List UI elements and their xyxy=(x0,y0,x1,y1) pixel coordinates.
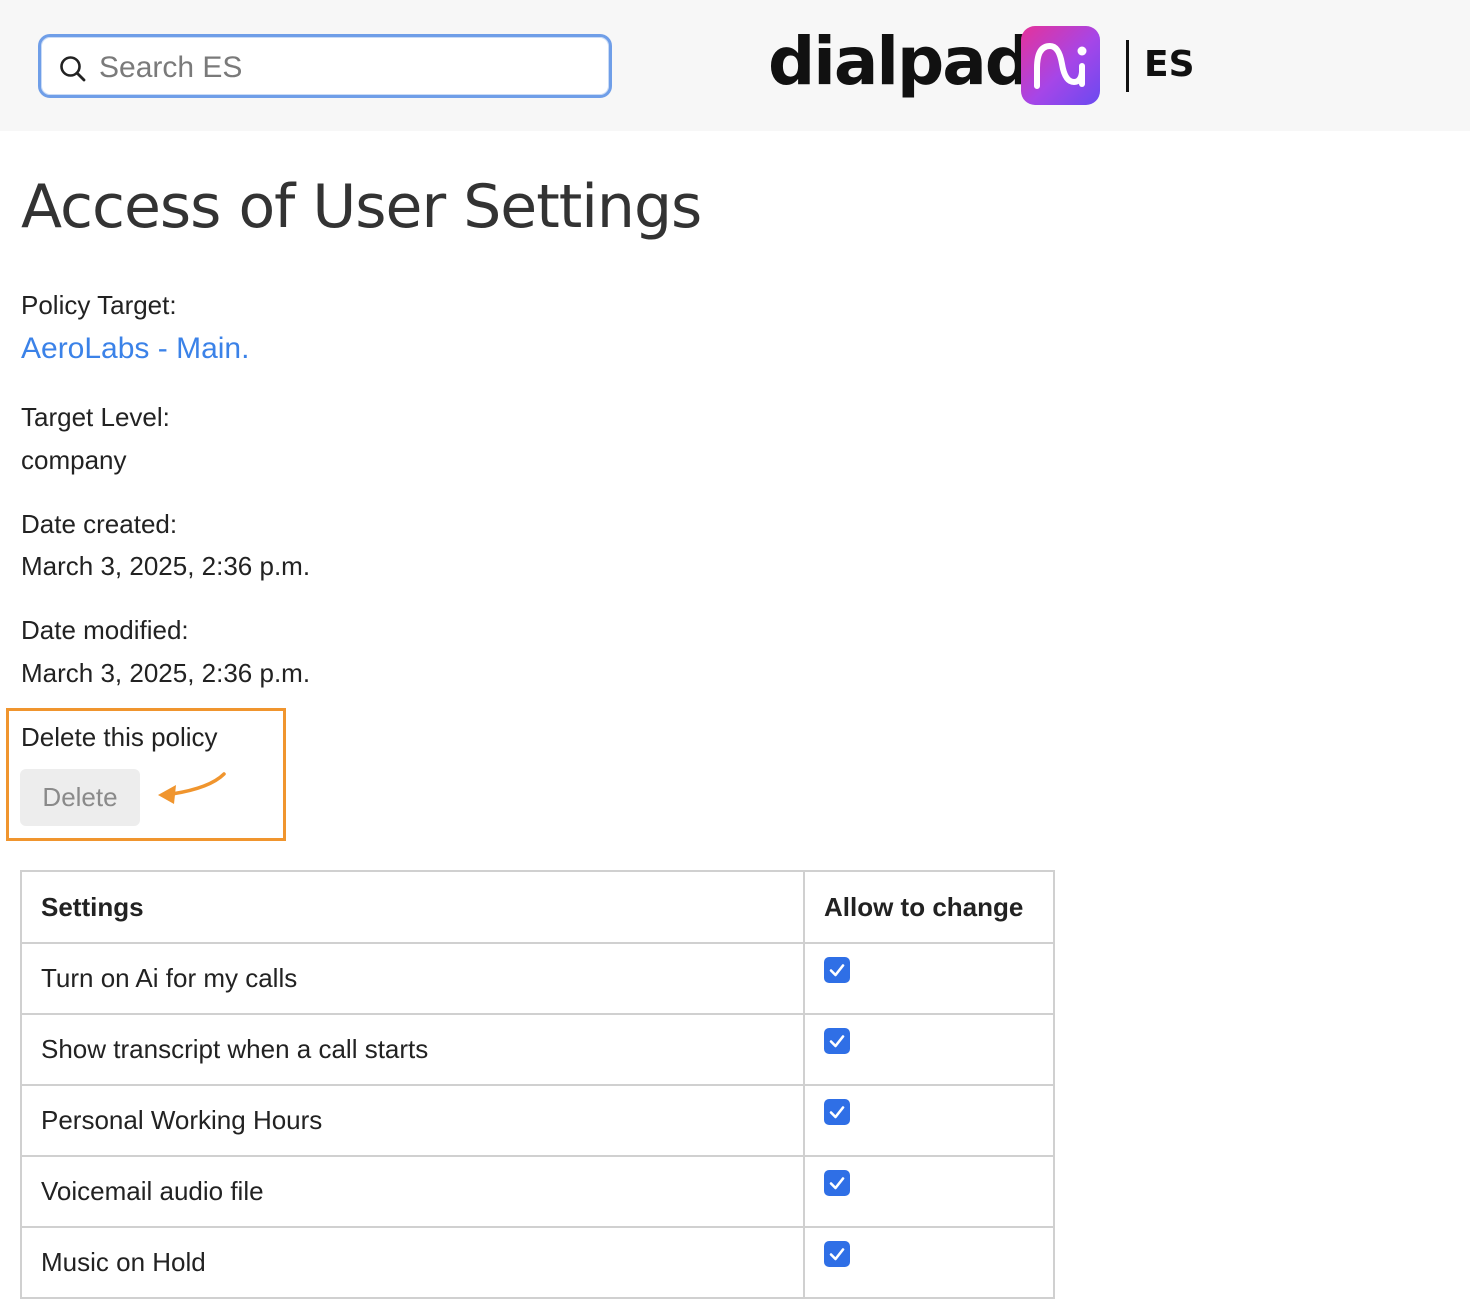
search-input[interactable] xyxy=(97,45,601,91)
target-level-label: Target Level: xyxy=(21,402,170,432)
setting-name: Personal Working Hours xyxy=(20,1084,805,1157)
checkmark-icon xyxy=(829,964,845,977)
settings-table: Settings Allow to change Turn on Ai for … xyxy=(20,870,1055,1299)
dialpad-ai-logo-icon xyxy=(1021,26,1100,105)
top-header: dialpad ES xyxy=(0,0,1470,131)
table-row: Music on Hold xyxy=(20,1226,1055,1299)
allow-change-checkbox[interactable] xyxy=(824,1241,850,1267)
table-row: Personal Working Hours xyxy=(20,1084,1055,1157)
page-title: Access of User Settings xyxy=(21,172,702,242)
delete-button[interactable]: Delete xyxy=(20,769,140,826)
setting-name: Show transcript when a call starts xyxy=(20,1013,805,1086)
setting-name: Music on Hold xyxy=(20,1226,805,1299)
search-icon xyxy=(60,56,86,82)
setting-name: Voicemail audio file xyxy=(20,1155,805,1228)
logo-divider xyxy=(1126,40,1129,92)
date-created-label: Date created: xyxy=(21,509,178,539)
allow-change-checkbox[interactable] xyxy=(824,1099,850,1125)
policy-target-label: Policy Target: xyxy=(21,290,177,320)
checkmark-icon xyxy=(829,1106,845,1119)
search-box[interactable] xyxy=(38,34,612,98)
date-modified-value: March 3, 2025, 2:36 p.m. xyxy=(21,658,311,688)
allow-change-checkbox[interactable] xyxy=(824,957,850,983)
checkmark-icon xyxy=(829,1177,845,1190)
settings-column-header: Settings xyxy=(20,870,805,944)
allow-to-change-column-header: Allow to change xyxy=(803,870,1055,944)
table-header-row: Settings Allow to change xyxy=(20,870,1055,944)
table-row: Turn on Ai for my calls xyxy=(20,942,1055,1015)
annotation-arrow-icon xyxy=(158,772,226,804)
checkmark-icon xyxy=(829,1248,845,1261)
table-row: Show transcript when a call starts xyxy=(20,1013,1055,1086)
date-modified-label: Date modified: xyxy=(21,615,189,645)
dialpad-logo-text: dialpad xyxy=(768,23,1032,100)
table-row: Voicemail audio file xyxy=(20,1155,1055,1228)
target-level-value: company xyxy=(21,445,127,475)
date-created-value: March 3, 2025, 2:36 p.m. xyxy=(21,551,311,581)
setting-name: Turn on Ai for my calls xyxy=(20,942,805,1015)
policy-target-link[interactable]: AeroLabs - Main. xyxy=(21,332,249,366)
checkmark-icon xyxy=(829,1035,845,1048)
logo-es-label: ES xyxy=(1144,44,1195,85)
delete-policy-label: Delete this policy xyxy=(21,722,218,752)
allow-change-checkbox[interactable] xyxy=(824,1170,850,1196)
allow-change-checkbox[interactable] xyxy=(824,1028,850,1054)
